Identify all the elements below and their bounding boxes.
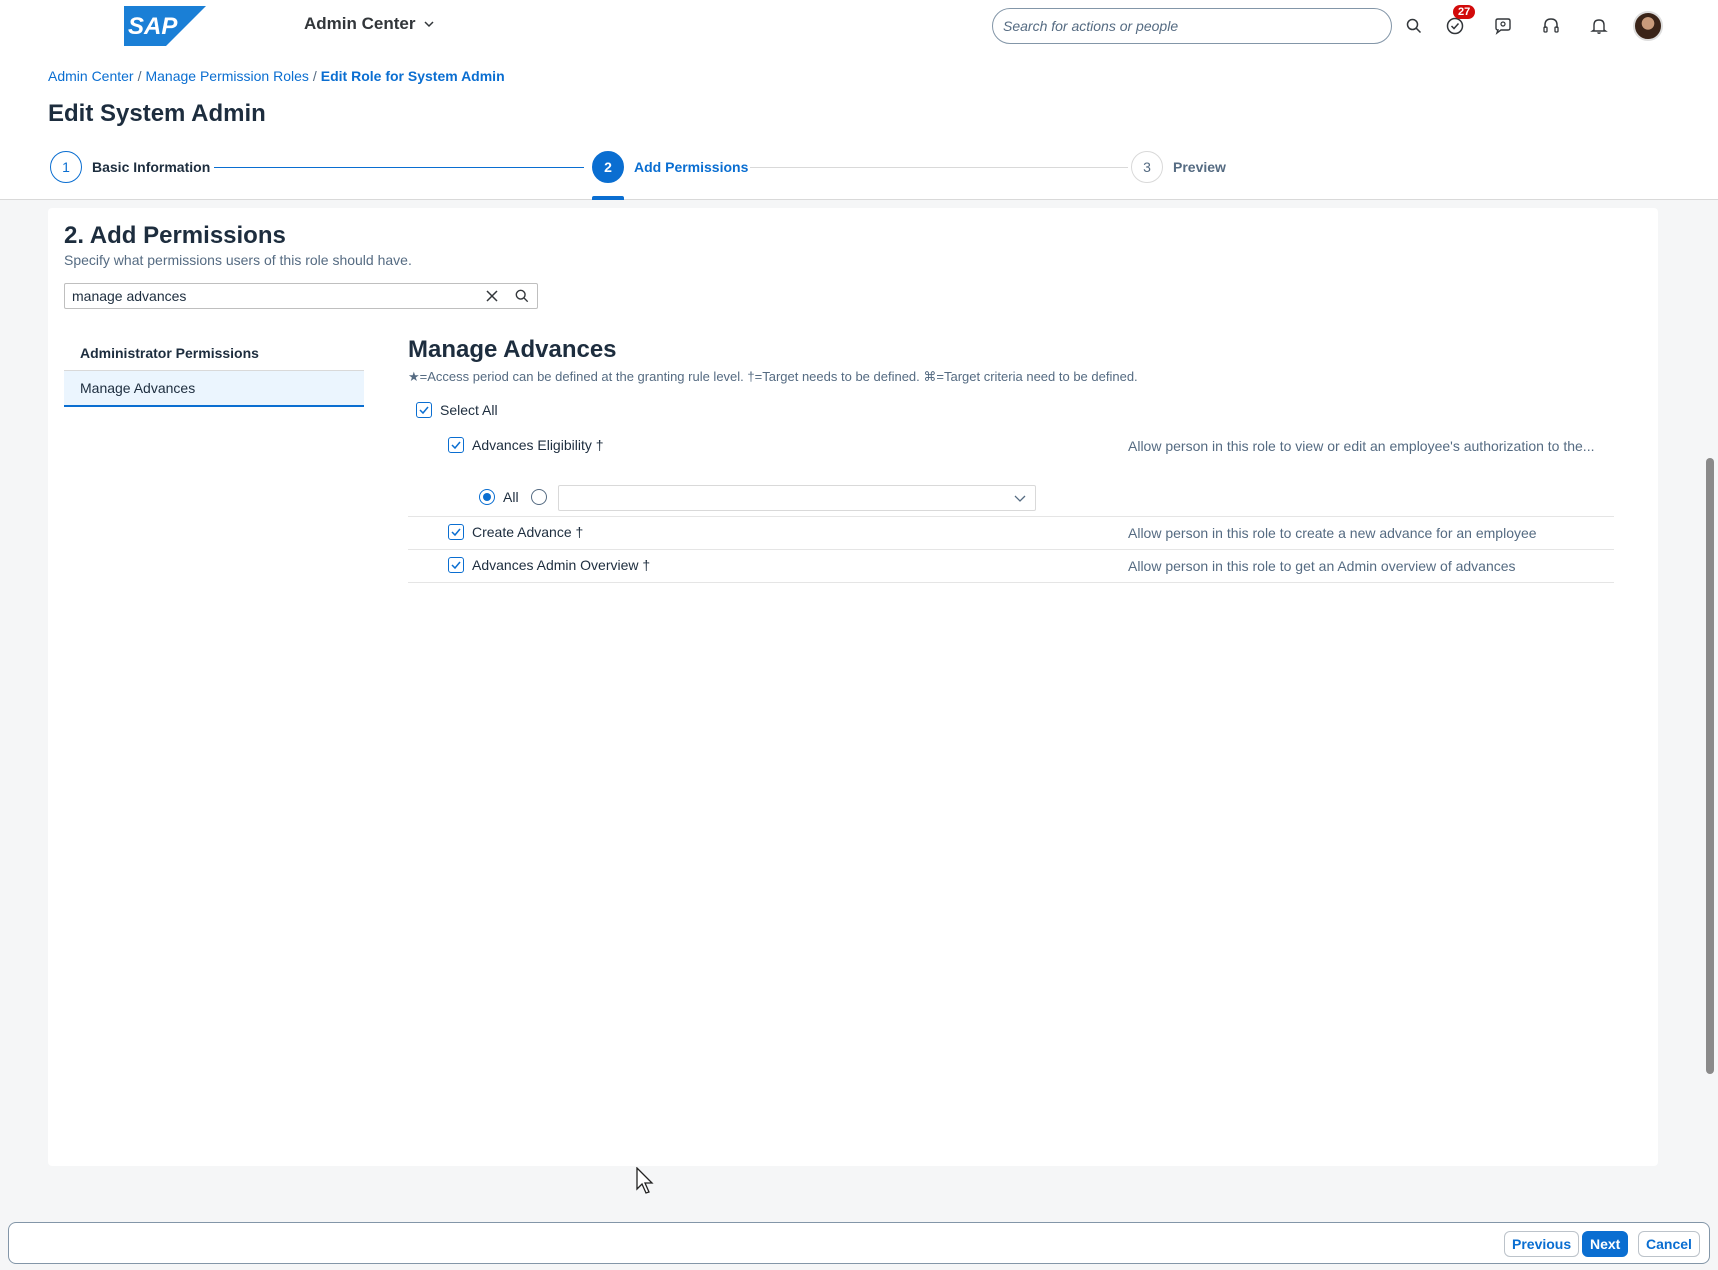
target-all-option[interactable]: All <box>479 489 519 505</box>
permission-description: Allow person in this role to create a ne… <box>1128 525 1537 541</box>
chevron-down-icon <box>1014 495 1026 502</box>
target-group-select[interactable] <box>558 485 1036 511</box>
wizard-step-add-permissions[interactable]: 2 Add Permissions <box>592 151 748 183</box>
step-number: 1 <box>50 151 82 183</box>
step-label: Basic Information <box>92 159 211 175</box>
permission-checkbox[interactable] <box>448 437 464 453</box>
clear-icon[interactable] <box>477 284 507 308</box>
search-icon[interactable] <box>1400 12 1428 40</box>
step-number: 2 <box>592 151 624 183</box>
permission-row[interactable]: Create Advance † <box>448 524 583 540</box>
wizard-connector <box>214 167 584 168</box>
section-title: 2. Add Permissions <box>64 222 286 249</box>
permission-description: Allow person in this role to view or edi… <box>1128 438 1595 454</box>
target-all-radio[interactable] <box>479 489 495 505</box>
bell-icon[interactable] <box>1585 12 1613 40</box>
breadcrumb-separator: / <box>137 68 142 84</box>
row-divider <box>408 582 1614 583</box>
wizard-connector <box>750 167 1128 168</box>
product-switcher[interactable]: Admin Center <box>304 14 435 34</box>
permission-checkbox[interactable] <box>448 557 464 573</box>
step-number: 3 <box>1131 151 1163 183</box>
permission-group-title: Manage Advances <box>408 336 617 363</box>
breadcrumb: Admin Center / Manage Permission Roles / Edi… <box>48 68 505 84</box>
permission-detail-panel: Manage Advances ★=Access period can be d… <box>408 336 1614 583</box>
permission-legend: ★=Access period can be defined at the gr… <box>408 369 1138 384</box>
shell-bar: SAP Admin Center Search for actions or p… <box>0 0 1718 52</box>
permission-checkbox[interactable] <box>448 524 464 540</box>
notification-count-badge: 27 <box>1453 5 1476 19</box>
product-title: Admin Center <box>304 14 416 33</box>
active-step-indicator <box>592 196 624 200</box>
avatar[interactable] <box>1633 11 1663 41</box>
feedback-icon[interactable] <box>1489 12 1517 40</box>
add-permissions-card: 2. Add Permissions Specify what permissi… <box>48 208 1658 1166</box>
next-button[interactable]: Next <box>1582 1231 1629 1257</box>
breadcrumb-separator: / <box>312 68 317 84</box>
step-label: Preview <box>1173 159 1226 175</box>
select-all-row[interactable]: Select All <box>416 402 498 418</box>
page-title: Edit System Admin <box>48 100 266 127</box>
step-label: Add Permissions <box>634 159 749 175</box>
target-custom-option[interactable] <box>531 489 547 505</box>
breadcrumb-admin-center[interactable]: Admin Center <box>48 68 134 84</box>
svg-text:SAP: SAP <box>128 13 178 40</box>
row-divider <box>408 516 1614 517</box>
search-placeholder: Search for actions or people <box>1003 18 1179 34</box>
cancel-button[interactable]: Cancel <box>1638 1231 1700 1257</box>
target-all-label: All <box>503 489 519 505</box>
footer-toolbar: Previous Next Cancel <box>8 1222 1710 1264</box>
permission-category-list: Administrator Permissions Manage Advance… <box>64 336 364 407</box>
permission-label: Advances Admin Overview † <box>472 557 651 573</box>
section-subtitle: Specify what permissions users of this r… <box>64 252 412 268</box>
page-scrollbar[interactable] <box>1706 458 1714 1074</box>
help-icon[interactable] <box>1537 12 1565 40</box>
row-divider <box>408 549 1614 550</box>
permission-search-input[interactable]: manage advances <box>64 283 538 309</box>
select-all-label: Select All <box>440 402 498 418</box>
page-header: Admin Center / Manage Permission Roles / Edi… <box>0 52 1718 200</box>
target-custom-radio[interactable] <box>531 489 547 505</box>
permission-label: Create Advance † <box>472 524 584 540</box>
chevron-down-icon <box>424 21 434 28</box>
wizard-step-basic-information[interactable]: 1 Basic Information <box>50 151 210 183</box>
search-value: manage advances <box>72 288 187 304</box>
breadcrumb-manage-permission-roles[interactable]: Manage Permission Roles <box>145 68 308 84</box>
permission-row[interactable]: Advances Eligibility † <box>448 437 604 453</box>
previous-button[interactable]: Previous <box>1504 1231 1580 1257</box>
category-item-manage-advances[interactable]: Manage Advances <box>64 371 364 407</box>
select-all-checkbox[interactable] <box>416 402 432 418</box>
permission-description: Allow person in this role to get an Admi… <box>1128 558 1516 574</box>
mouse-cursor-icon <box>636 1167 654 1194</box>
breadcrumb-current: Edit Role for System Admin <box>320 68 505 84</box>
permission-label: Advances Eligibility † <box>472 437 604 453</box>
search-icon[interactable] <box>507 284 537 308</box>
permission-row[interactable]: Advances Admin Overview † <box>448 557 650 573</box>
category-header: Administrator Permissions <box>64 336 364 371</box>
wizard-step-preview[interactable]: 3 Preview <box>1131 151 1226 183</box>
global-search-input[interactable]: Search for actions or people <box>992 8 1392 44</box>
sap-logo[interactable]: SAP <box>124 6 206 46</box>
